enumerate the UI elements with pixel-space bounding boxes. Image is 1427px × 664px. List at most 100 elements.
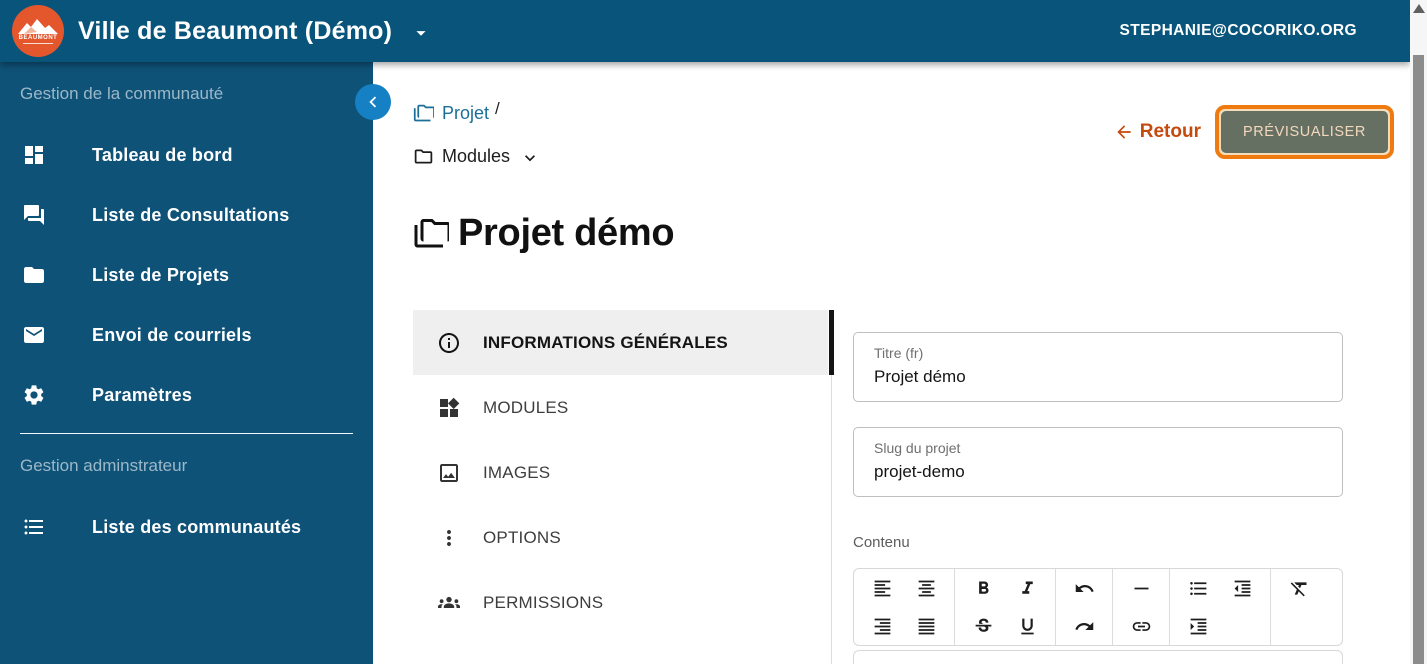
community-name: Ville de Beaumont (Démo) [78, 17, 392, 46]
redo-button[interactable] [1062, 609, 1106, 643]
tab-images[interactable]: IMAGES [413, 440, 828, 505]
clear-group [1271, 569, 1327, 645]
align-center-icon [916, 578, 937, 599]
gear-icon [22, 383, 46, 407]
slug-field-value: projet-demo [874, 462, 965, 482]
sidebar-section-community: Gestion de la communauté [20, 84, 223, 104]
title-field-label: Titre (fr) [874, 345, 923, 361]
list-icon [22, 515, 46, 539]
tab-modules[interactable]: MODULES [413, 375, 828, 440]
align-justify-icon [916, 616, 937, 637]
bullet-list-icon [1188, 578, 1209, 599]
list-group [1170, 569, 1271, 645]
sidebar: Gestion de la communauté Tableau de bord… [0, 62, 373, 664]
back-button[interactable]: Retour [1114, 121, 1201, 143]
clear-formatting-icon [1289, 578, 1310, 599]
link-button[interactable] [1119, 609, 1163, 643]
more-vert-icon [437, 526, 461, 550]
page-title: Projet démo [413, 212, 674, 255]
modules-dropdown[interactable]: Modules [413, 145, 540, 168]
strikethrough-icon [973, 616, 994, 637]
tab-options[interactable]: OPTIONS [413, 505, 828, 570]
indent-decrease-icon [1232, 578, 1253, 599]
info-icon [437, 331, 461, 355]
slug-field[interactable]: Slug du projet projet-demo [853, 427, 1343, 497]
align-right-button[interactable] [860, 609, 904, 643]
tab-list: INFORMATIONS GÉNÉRALES MODULES IMAGES OP… [413, 310, 828, 635]
clear-formatting-button[interactable] [1277, 571, 1321, 605]
underline-button[interactable] [1005, 609, 1049, 643]
horizontal-rule-button[interactable] [1119, 571, 1163, 605]
style-group [955, 569, 1056, 645]
app-window: BEAUMONT Ville de Beaumont (Démo) STEPHA… [0, 0, 1427, 664]
breadcrumb: Projet / [413, 103, 500, 124]
arrow-back-icon [1114, 122, 1134, 142]
sidebar-item-communities[interactable]: Liste des communautés [0, 507, 373, 547]
slug-field-label: Slug du projet [874, 440, 960, 456]
history-group [1056, 569, 1113, 645]
align-center-button[interactable] [904, 571, 948, 605]
sidebar-section-admin: Gestion adminstrateur [20, 456, 187, 476]
italic-icon [1017, 578, 1038, 599]
bold-button[interactable] [961, 571, 1005, 605]
italic-button[interactable] [1005, 571, 1049, 605]
sidebar-collapse-button[interactable] [355, 84, 391, 120]
tab-permissions[interactable]: PERMISSIONS [413, 570, 828, 635]
redo-icon [1074, 616, 1095, 637]
app-header: BEAUMONT Ville de Beaumont (Démo) STEPHA… [0, 0, 1410, 62]
sidebar-item-consultations[interactable]: Liste de Consultations [0, 195, 373, 235]
indent-decrease-button[interactable] [1220, 571, 1264, 605]
undo-icon [1074, 578, 1095, 599]
align-group [854, 569, 955, 645]
page-scrollbar[interactable] [1410, 0, 1427, 664]
undo-button[interactable] [1062, 571, 1106, 605]
user-email[interactable]: STEPHANIE@COCORIKO.ORG [1120, 22, 1358, 40]
sidebar-item-dashboard[interactable]: Tableau de bord [0, 135, 373, 175]
logo-label: BEAUMONT [19, 35, 58, 41]
scrollbar-thumb[interactable] [1413, 55, 1424, 664]
back-label: Retour [1140, 121, 1201, 143]
folder-copy-icon [413, 103, 434, 124]
folder-copy-icon [413, 216, 449, 252]
page-actions: Retour PRÉVISUALISER [1114, 103, 1394, 161]
sidebar-item-projects[interactable]: Liste de Projets [0, 255, 373, 295]
mountains-icon [18, 18, 58, 34]
image-icon [437, 461, 461, 485]
align-left-button[interactable] [860, 571, 904, 605]
caret-down-icon [410, 22, 432, 44]
sidebar-divider [20, 433, 353, 434]
sidebar-item-emails[interactable]: Envoi de courriels [0, 315, 373, 355]
underline-icon [1017, 616, 1038, 637]
breadcrumb-separator: / [495, 99, 500, 119]
title-field-value: Projet démo [874, 367, 966, 387]
community-switcher[interactable]: Ville de Beaumont (Démo) [78, 17, 432, 46]
bullet-list-button[interactable] [1176, 571, 1220, 605]
chevron-down-icon [520, 148, 540, 168]
folder-icon [413, 146, 434, 167]
indent-increase-button[interactable] [1176, 609, 1220, 643]
title-field[interactable]: Titre (fr) Projet démo [853, 332, 1343, 402]
scrollbar-up-arrow[interactable] [1413, 4, 1425, 13]
groups-icon [437, 591, 461, 615]
link-icon [1131, 616, 1152, 637]
mail-icon [22, 323, 46, 347]
page-title-text: Projet démo [458, 212, 674, 255]
editor-content-area[interactable] [853, 650, 1343, 664]
align-justify-button[interactable] [904, 609, 948, 643]
beaumont-logo: BEAUMONT [12, 5, 64, 57]
align-right-icon [872, 616, 893, 637]
align-left-icon [872, 578, 893, 599]
chevron-left-icon [362, 91, 384, 113]
preview-button[interactable]: PRÉVISUALISER [1221, 111, 1388, 153]
strikethrough-button[interactable] [961, 609, 1005, 643]
tab-informations-generales[interactable]: INFORMATIONS GÉNÉRALES [413, 310, 828, 375]
insert-group [1113, 569, 1170, 645]
editor-toolbar [853, 568, 1343, 646]
bold-icon [973, 578, 994, 599]
sidebar-item-settings[interactable]: Paramètres [0, 375, 373, 415]
horizontal-rule-icon [1131, 578, 1152, 599]
content-field-label: Contenu [853, 534, 910, 551]
modules-dropdown-label: Modules [442, 146, 510, 167]
widgets-icon [437, 396, 461, 420]
breadcrumb-link-projet[interactable]: Projet [442, 103, 489, 124]
